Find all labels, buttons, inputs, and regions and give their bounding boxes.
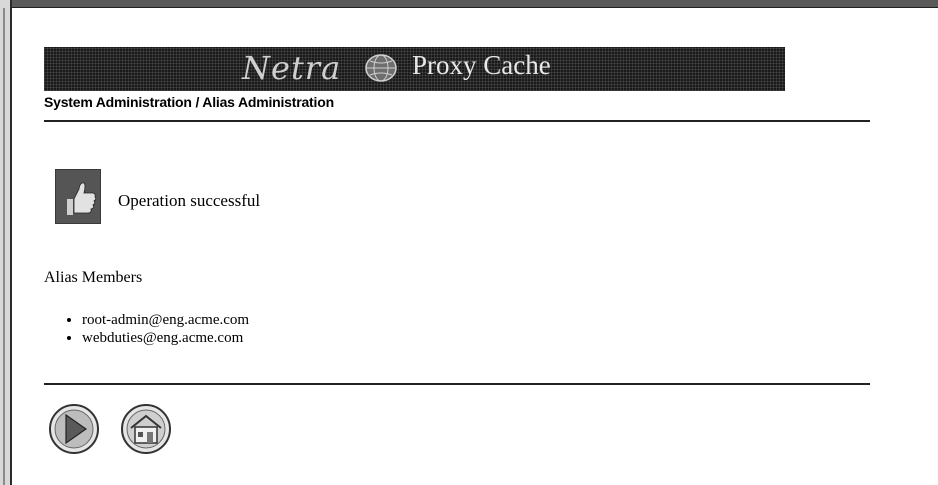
breadcrumb: System Administration / Alias Administra…: [44, 94, 334, 110]
divider-bottom: [44, 383, 870, 385]
next-button[interactable]: [48, 403, 100, 455]
status-message: Operation successful: [118, 191, 261, 210]
home-button[interactable]: [120, 403, 172, 455]
alias-members-list: root-admin@eng.acme.com webduties@eng.ac…: [62, 311, 249, 347]
list-item: root-admin@eng.acme.com: [82, 311, 249, 329]
header-banner: Netra Proxy Cache: [44, 47, 785, 91]
window-left-border: [0, 0, 12, 485]
alias-members-heading: Alias Members: [44, 269, 143, 286]
brand-logo-text: Netra: [242, 49, 342, 87]
thumbs-up-icon: [55, 169, 101, 224]
window-top-border: [0, 0, 938, 8]
list-item: webduties@eng.acme.com: [82, 329, 249, 347]
divider-top: [44, 120, 870, 122]
product-name: Proxy Cache: [412, 50, 551, 80]
globe-icon: [365, 54, 397, 82]
